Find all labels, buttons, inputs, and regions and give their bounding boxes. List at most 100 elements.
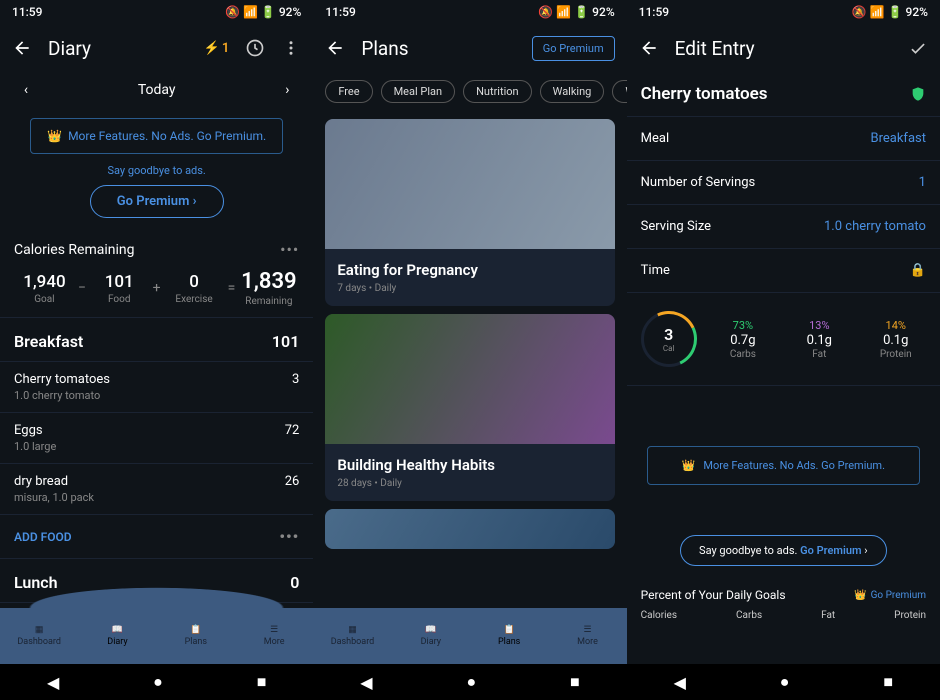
page-title: Plans <box>361 37 515 60</box>
verified-icon <box>910 86 926 102</box>
nav-home-icon[interactable]: ● <box>780 672 790 692</box>
silent-icon: 🔕 <box>852 5 867 19</box>
android-nav: ◀ ● ■ <box>0 664 313 700</box>
plans-screen: 11:59 🔕 📶 🔋 92% Plans Go Premium Free Me… <box>313 0 626 700</box>
promo-subtitle: Say goodbye to ads. <box>0 164 313 177</box>
promo-banner[interactable]: 👑 More Features. No Ads. Go Premium. <box>647 446 920 485</box>
food-item[interactable]: dry breadmisura, 1.0 pack26 <box>0 464 313 515</box>
clock: 11:59 <box>325 5 355 19</box>
daily-goals-section: Percent of Your Daily Goals 👑Go Premium … <box>627 580 940 629</box>
nav-back-icon[interactable]: ◀ <box>47 673 59 692</box>
bolt-icon: ⚡ <box>204 41 220 56</box>
add-food-button[interactable]: ADD FOOD••• <box>0 515 313 559</box>
crown-icon: 👑 <box>854 590 866 601</box>
book-icon: 📖 <box>112 625 123 635</box>
breakfast-header[interactable]: Breakfast 101 <box>0 318 313 362</box>
panel-more-icon[interactable]: ••• <box>280 240 299 259</box>
battery-pct: 92% <box>279 5 301 19</box>
clipboard-icon: 📋 <box>190 625 201 635</box>
diary-screen: 11:59 🔕 📶 🔋 92% Diary ⚡ 1 ‹ Today › 👑 Mo… <box>0 0 313 700</box>
nav-back-icon[interactable]: ◀ <box>360 673 372 692</box>
back-icon[interactable] <box>639 38 659 58</box>
tab-diary[interactable]: 📖Diary <box>392 625 470 647</box>
tab-plans[interactable]: 📋Plans <box>157 625 235 647</box>
macro-protein: 14%0.1gProtein <box>866 319 926 360</box>
date-label[interactable]: Today <box>138 82 176 98</box>
bottom-tabs: ▦Dashboard 📖Diary 📋Plans ☰More <box>0 608 313 664</box>
meal-row[interactable]: MealBreakfast <box>627 117 940 161</box>
chip-walking[interactable]: Walking <box>540 80 605 103</box>
more-icon[interactable] <box>281 38 301 58</box>
tab-plans[interactable]: 📋Plans <box>470 625 548 647</box>
clipboard-icon: 📋 <box>504 625 515 635</box>
battery-icon: 🔋 <box>261 5 276 19</box>
macro-fat: 13%0.1gFat <box>789 319 849 360</box>
go-premium-button[interactable]: Go Premium <box>532 36 615 61</box>
servings-row[interactable]: Number of Servings1 <box>627 161 940 205</box>
chip-workout[interactable]: Workout <box>612 80 626 103</box>
calories-panel: Calories Remaining ••• 1,940Goal − 101Fo… <box>0 230 313 318</box>
battery-icon: 🔋 <box>888 5 903 19</box>
battery-pct: 92% <box>592 5 614 19</box>
edit-entry-screen: 11:59 🔕 📶 🔋 92% Edit Entry Cherry tomato… <box>627 0 940 700</box>
plan-image <box>325 119 614 249</box>
nav-recent-icon[interactable]: ■ <box>257 672 267 692</box>
status-bar: 11:59 🔕 📶 🔋 92% <box>0 0 313 24</box>
plan-card[interactable] <box>325 509 614 549</box>
prev-day-icon[interactable]: ‹ <box>16 80 36 100</box>
menu-icon: ☰ <box>270 625 278 635</box>
grid-icon: ▦ <box>348 625 357 635</box>
macros-row: 3 Cal 73%0.7gCarbs 13%0.1gFat 14%0.1gPro… <box>627 293 940 386</box>
chip-free[interactable]: Free <box>325 80 372 103</box>
goals-premium-link[interactable]: 👑Go Premium <box>854 590 926 601</box>
go-premium-button[interactable]: Go Premium › <box>90 185 224 218</box>
page-title: Diary <box>48 37 188 60</box>
nav-recent-icon[interactable]: ■ <box>570 672 580 692</box>
app-bar: Plans Go Premium <box>313 24 626 72</box>
nav-home-icon[interactable]: ● <box>466 672 476 692</box>
battery-icon: 🔋 <box>574 5 589 19</box>
promo-banner[interactable]: 👑 More Features. No Ads. Go Premium. <box>30 118 283 154</box>
serving-size-row[interactable]: Serving Size1.0 cherry tomato <box>627 205 940 249</box>
back-icon[interactable] <box>12 38 32 58</box>
plan-card[interactable]: Eating for Pregnancy 7 days • Daily <box>325 119 614 306</box>
tab-more[interactable]: ☰More <box>548 625 626 647</box>
chip-meal[interactable]: Meal Plan <box>381 80 456 103</box>
filter-chips: Free Meal Plan Nutrition Walking Workout <box>313 72 626 111</box>
crown-icon: 👑 <box>47 129 62 143</box>
back-icon[interactable] <box>325 38 345 58</box>
battery-pct: 92% <box>906 5 928 19</box>
book-icon: 📖 <box>425 625 436 635</box>
chip-nutrition[interactable]: Nutrition <box>463 80 532 103</box>
food-more-icon[interactable]: ••• <box>279 527 299 546</box>
lock-icon: 🔒 <box>910 263 926 278</box>
bottom-promo-button[interactable]: Say goodbye to ads. Go Premium › <box>680 535 887 566</box>
nav-back-icon[interactable]: ◀ <box>674 673 686 692</box>
date-nav: ‹ Today › <box>0 72 313 108</box>
menu-icon: ☰ <box>583 625 591 635</box>
plan-image <box>325 314 614 444</box>
signal-icon: 📶 <box>243 5 258 19</box>
streak-badge[interactable]: ⚡ 1 <box>204 41 230 56</box>
next-day-icon[interactable]: › <box>277 80 297 100</box>
calories-remaining-label: Calories Remaining <box>14 242 134 258</box>
nav-home-icon[interactable]: ● <box>153 672 163 692</box>
food-item[interactable]: Eggs1.0 large72 <box>0 413 313 464</box>
history-icon[interactable] <box>245 38 265 58</box>
confirm-icon[interactable] <box>908 38 928 58</box>
food-item[interactable]: Cherry tomatoes1.0 cherry tomato3 <box>0 362 313 413</box>
android-nav: ◀ ● ■ <box>627 664 940 700</box>
tab-diary[interactable]: 📖Diary <box>78 625 156 647</box>
tab-dashboard[interactable]: ▦Dashboard <box>0 625 78 647</box>
signal-icon: 📶 <box>556 5 571 19</box>
calorie-circle: 3 Cal <box>641 311 697 367</box>
tab-dashboard[interactable]: ▦Dashboard <box>313 625 391 647</box>
time-row[interactable]: Time🔒 <box>627 249 940 293</box>
app-bar: Edit Entry <box>627 24 940 72</box>
nav-recent-icon[interactable]: ■ <box>883 672 893 692</box>
app-bar: Diary ⚡ 1 <box>0 24 313 72</box>
food-name-row: Cherry tomatoes <box>627 72 940 117</box>
tab-more[interactable]: ☰More <box>235 625 313 647</box>
clock: 11:59 <box>639 5 669 19</box>
plan-card[interactable]: Building Healthy Habits 28 days • Daily <box>325 314 614 501</box>
